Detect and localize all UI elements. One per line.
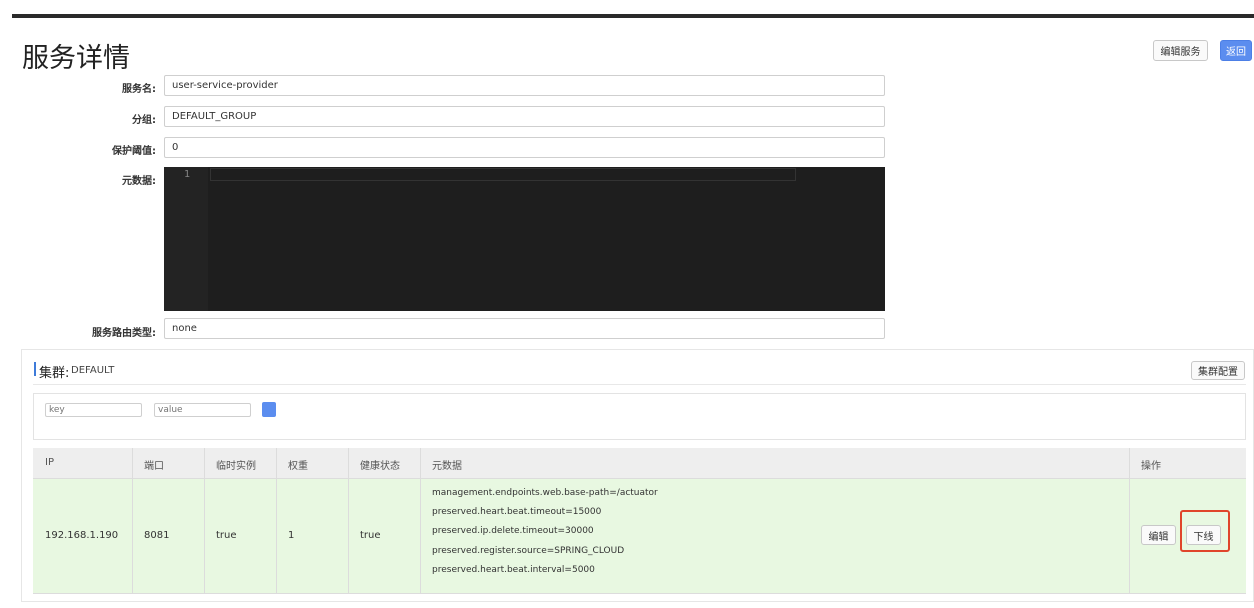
column-separator: [204, 448, 205, 593]
metadata-entry: preserved.heart.beat.interval=5000: [432, 565, 595, 575]
group-label: 分组:: [132, 115, 156, 126]
metadata-entry: preserved.register.source=SPRING_CLOUD: [432, 546, 625, 556]
column-header-port: 端口: [144, 461, 164, 472]
cell-ip: 192.168.1.190: [45, 530, 119, 541]
instance-table-header: [33, 448, 1246, 478]
column-separator: [132, 448, 133, 593]
metadata-entry: preserved.ip.delete.timeout=30000: [432, 526, 594, 536]
column-header-ephemeral: 临时实例: [216, 461, 256, 472]
editor-line-number: 1: [184, 169, 191, 180]
filter-value-input[interactable]: [154, 403, 251, 417]
route-type-input[interactable]: [164, 318, 885, 339]
edit-service-button[interactable]: 编辑服务: [1153, 40, 1208, 61]
column-separator: [420, 448, 421, 593]
filter-key-input[interactable]: [45, 403, 142, 417]
service-name-label: 服务名:: [122, 84, 156, 95]
service-name-input[interactable]: [164, 75, 885, 96]
editor-current-line[interactable]: [210, 168, 796, 181]
protect-threshold-label: 保护阈值:: [112, 146, 156, 157]
back-button[interactable]: 返回: [1220, 40, 1252, 61]
cell-port: 8081: [144, 530, 170, 541]
top-bar: [12, 14, 1254, 18]
column-header-ip: IP: [45, 457, 54, 468]
metadata-entry: management.endpoints.web.base-path=/actu…: [432, 488, 658, 498]
column-separator: [1129, 448, 1130, 593]
metadata-entry: preserved.heart.beat.timeout=15000: [432, 507, 602, 517]
page-title: 服务详情: [22, 43, 130, 74]
column-header-health: 健康状态: [360, 461, 400, 472]
cluster-config-button[interactable]: 集群配置: [1191, 361, 1245, 380]
offline-button-highlight: [1180, 510, 1230, 552]
cell-ephemeral: true: [216, 530, 237, 541]
group-input[interactable]: [164, 106, 885, 127]
column-header-actions: 操作: [1141, 461, 1161, 472]
row-divider: [33, 593, 1246, 594]
route-type-label: 服务路由类型:: [92, 328, 156, 339]
column-header-weight: 权重: [288, 461, 308, 472]
column-header-metadata: 元数据: [432, 461, 462, 472]
cell-health: true: [360, 530, 381, 541]
metadata-code-editor[interactable]: 1: [164, 167, 885, 311]
cluster-title-accent: [34, 362, 36, 376]
row-divider: [33, 478, 1246, 479]
column-separator: [276, 448, 277, 593]
cell-weight: 1: [288, 530, 295, 541]
edit-instance-button[interactable]: 编辑: [1141, 525, 1176, 545]
cluster-name: DEFAULT: [71, 365, 115, 376]
protect-threshold-input[interactable]: [164, 137, 885, 158]
filter-add-button[interactable]: [262, 402, 276, 417]
editor-gutter: 1: [164, 167, 208, 311]
cluster-title: 集群:: [39, 366, 70, 381]
metadata-label: 元数据:: [122, 176, 156, 187]
column-separator: [348, 448, 349, 593]
cluster-divider: [33, 384, 1246, 385]
